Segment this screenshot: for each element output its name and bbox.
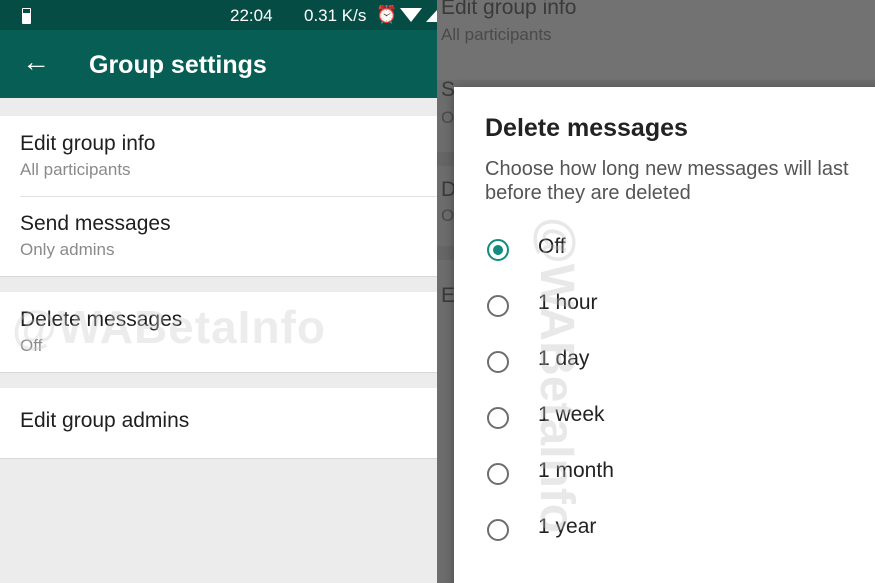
option-1-month[interactable]: 1 month: [487, 456, 867, 496]
setting-title: Edit group admins: [20, 409, 190, 432]
dimmed-setting-value: O: [441, 108, 455, 127]
app-bar: ← Group settings: [0, 30, 437, 98]
delete-messages-dialog-screen: Edit group info All participants S O D O…: [437, 0, 875, 583]
status-time: 22:04: [230, 6, 273, 25]
group-settings-screen: 22:04 0.31 K/s ⏰ ← Group settings Edit g…: [0, 0, 437, 583]
radio-unselected-icon[interactable]: [487, 519, 509, 541]
option-label: 1 day: [538, 347, 590, 370]
dimmed-setting-title: S: [441, 78, 456, 101]
setting-value: All participants: [20, 160, 131, 179]
option-1-year[interactable]: 1 year: [487, 512, 867, 552]
status-bar: 22:04 0.31 K/s ⏰: [0, 0, 437, 30]
wifi-icon: [400, 8, 422, 22]
radio-unselected-icon[interactable]: [487, 295, 509, 317]
dimmed-setting-value: O: [441, 206, 455, 225]
dialog-description: Choose how long new messages will last b…: [485, 158, 849, 204]
signal-icon: [426, 10, 437, 22]
option-1-hour[interactable]: 1 hour: [487, 288, 867, 328]
delete-messages-dialog: Delete messages Choose how long new mess…: [454, 87, 875, 583]
option-1-week[interactable]: 1 week: [487, 400, 867, 440]
option-label: 1 year: [538, 515, 597, 538]
dimmed-setting-title: E: [441, 284, 456, 307]
radio-unselected-icon[interactable]: [487, 407, 509, 429]
back-arrow-icon[interactable]: ←: [22, 48, 50, 76]
setting-title: Send messages: [20, 212, 171, 235]
option-1-day[interactable]: 1 day: [487, 344, 867, 384]
dimmed-setting-title: Edit group info: [441, 0, 577, 19]
setting-value: Off: [20, 336, 43, 355]
option-label: 1 week: [538, 403, 605, 426]
radio-unselected-icon[interactable]: [487, 463, 509, 485]
dimmed-setting-value: All participants: [441, 25, 552, 44]
setting-title: Delete messages: [20, 308, 183, 331]
option-label: 1 month: [538, 459, 614, 482]
alarm-icon: ⏰: [376, 5, 398, 24]
option-label: Off: [538, 235, 566, 258]
permissions-card: Edit group info All participants Send me…: [0, 116, 437, 277]
battery-icon: [22, 8, 31, 24]
setting-value: Only admins: [20, 240, 115, 259]
disappearing-card: Delete messages Off: [0, 292, 437, 373]
radio-selected-icon[interactable]: [487, 239, 509, 261]
dialog-title: Delete messages: [485, 114, 688, 142]
option-label: 1 hour: [538, 291, 598, 314]
setting-edit-group-admins[interactable]: Edit group admins: [20, 409, 189, 433]
radio-unselected-icon[interactable]: [487, 351, 509, 373]
setting-send-messages[interactable]: Send messages Only admins: [20, 212, 171, 260]
setting-delete-messages[interactable]: Delete messages Off: [20, 308, 182, 356]
network-speed: 0.31 K/s: [304, 6, 367, 25]
page-title: Group settings: [89, 51, 267, 79]
divider: [20, 196, 437, 197]
option-off[interactable]: Off: [487, 232, 867, 272]
setting-title: Edit group info: [20, 132, 156, 155]
setting-edit-group-info[interactable]: Edit group info All participants: [20, 132, 155, 180]
admins-card: Edit group admins: [0, 388, 437, 459]
